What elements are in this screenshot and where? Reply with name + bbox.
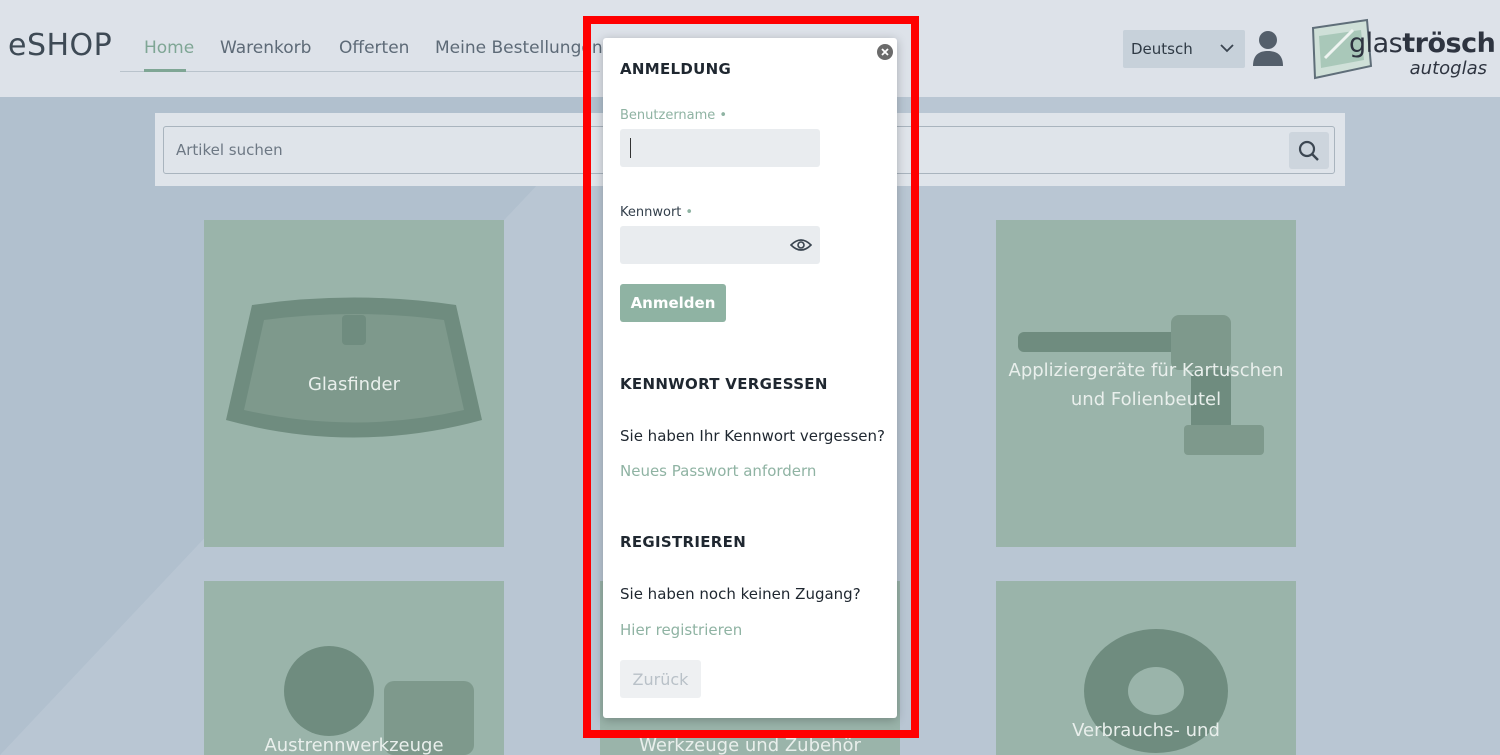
login-button[interactable]: Anmelden bbox=[620, 284, 726, 322]
forgot-password-text: Sie haben Ihr Kennwort vergessen? bbox=[620, 427, 885, 445]
language-select-value: Deutsch bbox=[1131, 40, 1193, 58]
tile-glasfinder[interactable]: Glasfinder bbox=[204, 220, 504, 547]
register-title: REGISTRIEREN bbox=[620, 533, 747, 551]
back-button[interactable]: Zurück bbox=[620, 660, 701, 698]
logo-text-primary: glaströsch bbox=[1349, 28, 1496, 59]
search-icon bbox=[1298, 140, 1319, 161]
login-dialog: ANMELDUNG Benutzername • Kennwort • Anmeld… bbox=[603, 38, 897, 718]
forgot-password-title: KENNWORT VERGESSEN bbox=[620, 375, 828, 393]
main-nav: Home Warenkorb Offerten Meine Bestellung… bbox=[120, 30, 603, 72]
brand-title[interactable]: eSHOP bbox=[8, 28, 112, 63]
tile-verbrauchsmaterial[interactable]: Verbrauchs- und bbox=[996, 581, 1296, 755]
tile-label: Glasfinder bbox=[307, 374, 400, 395]
chevron-down-icon bbox=[1219, 40, 1235, 60]
login-title: ANMELDUNG bbox=[620, 60, 732, 78]
password-field[interactable] bbox=[620, 226, 820, 264]
logo-text-secondary: autoglas bbox=[1409, 58, 1487, 79]
search-button[interactable] bbox=[1289, 132, 1329, 169]
nav-active-indicator bbox=[144, 69, 186, 72]
search-placeholder: Artikel suchen bbox=[176, 141, 283, 159]
nav-offerten[interactable]: Offerten bbox=[339, 38, 409, 58]
username-field[interactable] bbox=[620, 129, 820, 167]
company-logo[interactable]: glaströsch autoglas bbox=[1305, 14, 1496, 84]
eye-icon[interactable] bbox=[790, 237, 812, 253]
register-text: Sie haben noch keinen Zugang? bbox=[620, 585, 861, 603]
nav-home[interactable]: Home bbox=[144, 38, 194, 58]
close-button[interactable] bbox=[877, 44, 893, 60]
tool-kit-icon bbox=[284, 646, 474, 755]
nav-meine-bestellungen[interactable]: Meine Bestellungen bbox=[435, 38, 603, 58]
username-label: Benutzername • bbox=[620, 108, 727, 123]
nav-warenkorb[interactable]: Warenkorb bbox=[220, 38, 311, 58]
user-account-icon[interactable] bbox=[1250, 28, 1286, 68]
register-link[interactable]: Hier registrieren bbox=[620, 621, 742, 639]
language-select[interactable]: Deutsch bbox=[1123, 30, 1245, 68]
text-cursor bbox=[630, 138, 631, 158]
tile-austrennwerkzeuge[interactable]: Austrennwerkzeuge bbox=[204, 581, 504, 755]
tile-label: Verbrauchs- und bbox=[1072, 720, 1220, 741]
tile-label: Appliziergeräte für Kartuschen und Folie… bbox=[1008, 360, 1284, 410]
tile-appliziergeraete[interactable]: Appliziergeräte für Kartuschen und Folie… bbox=[996, 220, 1296, 547]
close-icon bbox=[881, 48, 889, 56]
request-new-password-link[interactable]: Neues Passwort anfordern bbox=[620, 462, 816, 480]
tile-label: Austrennwerkzeuge bbox=[264, 735, 444, 755]
password-label: Kennwort • bbox=[620, 205, 694, 220]
